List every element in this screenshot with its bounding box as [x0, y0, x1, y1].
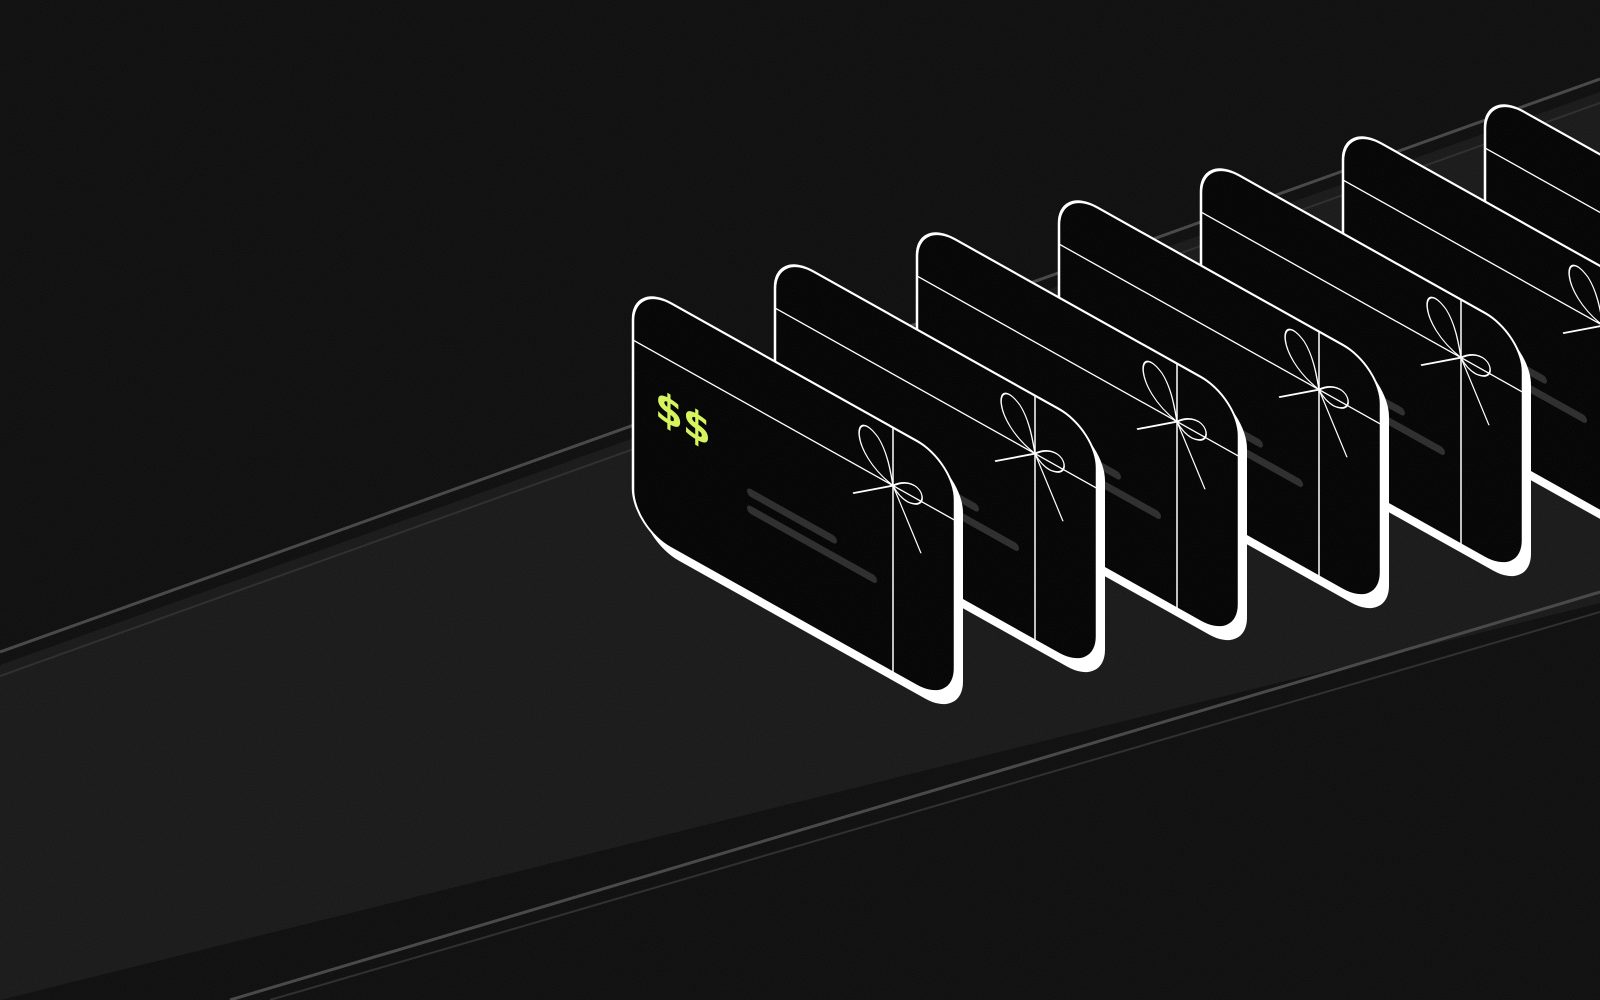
grain-overlay	[0, 0, 1600, 1000]
gift-card-conveyor-illustration: $$	[0, 0, 1600, 1000]
